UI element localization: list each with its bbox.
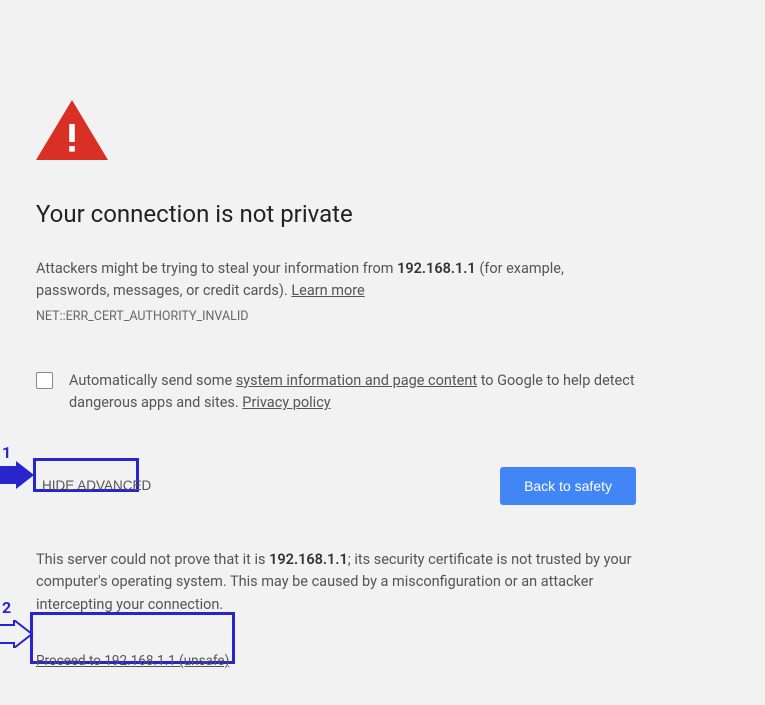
annotation-arrow-1-icon (0, 461, 36, 489)
annotation-arrow-2-icon (0, 620, 34, 648)
warning-text-before: Attackers might be trying to steal your … (36, 260, 397, 277)
advanced-paragraph: This server could not prove that it is 1… (36, 549, 636, 616)
warning-triangle-icon (36, 100, 636, 160)
advanced-text-before: This server could not prove that it is (36, 551, 269, 568)
warning-paragraph: Attackers might be trying to steal your … (36, 258, 636, 303)
diagnostic-row: Automatically send some system informati… (36, 370, 636, 415)
diagnostic-checkbox[interactable] (36, 372, 53, 389)
diagnostic-text-before: Automatically send some (69, 372, 236, 389)
back-to-safety-button[interactable]: Back to safety (500, 467, 636, 505)
page-title: Your connection is not private (36, 200, 636, 228)
advanced-host-text: 192.168.1.1 (269, 551, 348, 568)
hide-advanced-button[interactable]: HIDE ADVANCED (36, 472, 157, 499)
annotation-label-2: 2 (2, 598, 11, 617)
error-code: NET::ERR_CERT_AUTHORITY_INVALID (36, 309, 636, 324)
learn-more-link[interactable]: Learn more (291, 282, 364, 299)
host-text: 192.168.1.1 (397, 260, 476, 277)
interstitial-page: Your connection is not private Attackers… (36, 100, 636, 669)
button-row: HIDE ADVANCED Back to safety (36, 467, 636, 505)
privacy-policy-link[interactable]: Privacy policy (242, 394, 330, 411)
proceed-link[interactable]: Proceed to 192.168.1.1 (unsafe) (36, 653, 229, 669)
annotation-label-1: 1 (2, 443, 11, 462)
system-info-link[interactable]: system information and page content (236, 372, 477, 389)
diagnostic-text: Automatically send some system informati… (69, 370, 636, 415)
